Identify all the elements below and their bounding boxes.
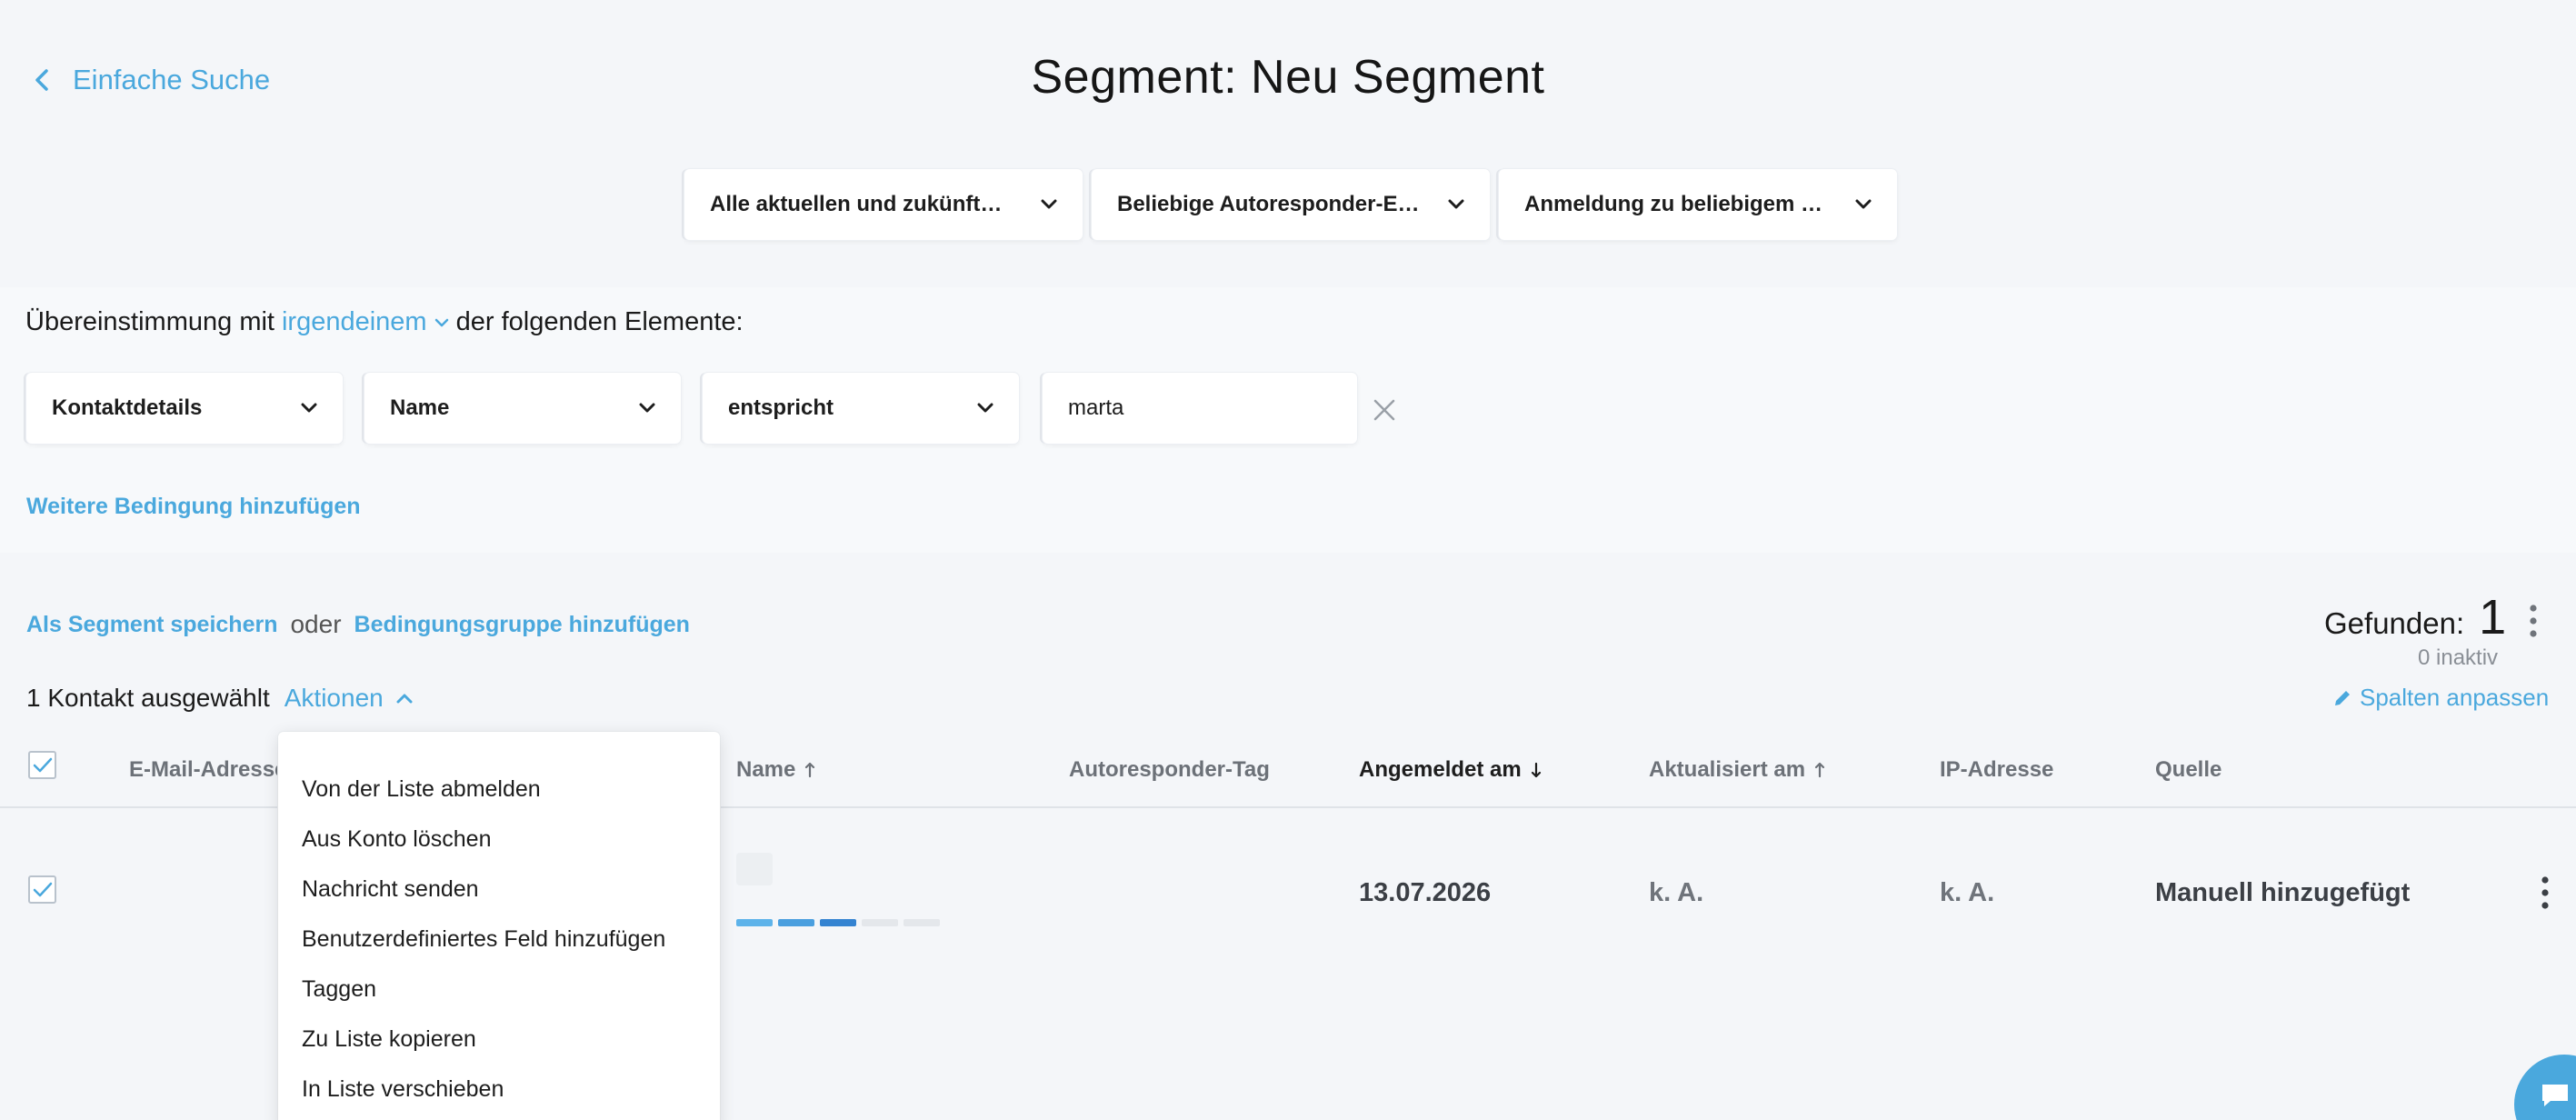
column-header-subscribed[interactable]: Angemeldet am xyxy=(1359,757,1542,783)
row-checkbox[interactable] xyxy=(28,875,56,904)
column-header-name[interactable]: Name xyxy=(736,757,815,783)
found-counter: Gefunden: 1 xyxy=(2324,589,2506,645)
sort-up-icon xyxy=(1814,762,1825,778)
sort-up-icon xyxy=(805,762,815,778)
condition-value-text: marta xyxy=(1068,395,1124,420)
cell-subscribed: 13.07.2026 xyxy=(1359,878,1492,907)
list-filter-dropdown[interactable]: Alle aktuellen und zukünft… xyxy=(684,169,1083,240)
add-condition-group-link[interactable]: Bedingungsgruppe hinzufügen xyxy=(354,612,690,638)
menu-item-add-custom-field[interactable]: Benutzerdefiniertes Feld hinzufügen xyxy=(278,915,720,965)
autoresponder-filter-dropdown[interactable]: Beliebige Autoresponder-E… xyxy=(1092,169,1490,240)
dropdown-value: Kontaktdetails xyxy=(52,395,203,420)
column-header-autoresponder[interactable]: Autoresponder-Tag xyxy=(1069,757,1270,783)
chevron-down-icon xyxy=(1041,199,1057,209)
dropdown-value: entspricht xyxy=(728,395,834,420)
menu-item-send-message[interactable]: Nachricht senden xyxy=(278,865,720,915)
dropdown-value: Alle aktuellen und zukünft… xyxy=(710,192,1003,216)
chat-button[interactable] xyxy=(2514,1055,2576,1120)
column-header-label: IP-Adresse xyxy=(1940,757,2054,782)
engagement-segment xyxy=(820,919,856,926)
menu-item-delete[interactable]: Aus Konto löschen xyxy=(278,815,720,865)
column-header-ip[interactable]: IP-Adresse xyxy=(1940,757,2053,783)
actions-dropdown[interactable]: Aktionen xyxy=(285,684,413,713)
chevron-down-icon xyxy=(639,403,655,413)
engagement-segment xyxy=(862,919,898,926)
engagement-segment xyxy=(778,919,814,926)
page-title: Segment: Neu Segment xyxy=(1031,51,1545,104)
column-header-label: Aktualisiert am xyxy=(1649,757,1806,782)
column-header-label: E-Mail-Adresse xyxy=(129,757,287,782)
chevron-down-icon xyxy=(301,403,317,413)
engagement-segment xyxy=(904,919,940,926)
column-header-email[interactable]: E-Mail-Adresse xyxy=(129,757,286,783)
save-row: Als Segment speichern oder Bedingungsgru… xyxy=(26,610,690,639)
found-label: Gefunden: xyxy=(2324,606,2465,640)
engagement-bar xyxy=(736,919,940,926)
inactive-count: 0 inaktiv xyxy=(2418,645,2499,670)
actions-menu: Von der Liste abmelden Aus Konto löschen… xyxy=(278,732,720,1120)
cell-ip: k. A. xyxy=(1940,878,1995,907)
match-line: Übereinstimmung mit irgendeinem der folg… xyxy=(25,307,744,337)
condition-value-input[interactable]: marta xyxy=(1043,373,1357,444)
customize-columns-link[interactable]: Spalten anpassen xyxy=(2332,684,2549,712)
select-all-checkbox[interactable] xyxy=(28,751,56,779)
menu-item-copy-to-list[interactable]: Zu Liste kopieren xyxy=(278,1015,720,1065)
kebab-icon[interactable] xyxy=(2529,604,2538,638)
check-icon xyxy=(33,757,52,772)
menu-item-tag[interactable]: Taggen xyxy=(278,965,720,1015)
save-as-segment-link[interactable]: Als Segment speichern xyxy=(26,612,277,638)
close-icon[interactable] xyxy=(1371,396,1398,424)
column-header-label: Angemeldet am xyxy=(1359,757,1522,782)
match-suffix: der folgenden Elemente: xyxy=(455,307,744,336)
selected-count: 1 Kontakt ausgewählt xyxy=(26,684,270,712)
match-mode-label: irgendeinem xyxy=(281,307,427,336)
condition-category-dropdown[interactable]: Kontaktdetails xyxy=(26,373,343,444)
column-header-source[interactable]: Quelle xyxy=(2155,757,2222,783)
check-icon xyxy=(33,882,52,896)
condition-field-dropdown[interactable]: Name xyxy=(364,373,681,444)
cell-updated: k. A. xyxy=(1649,878,1704,907)
column-header-updated[interactable]: Aktualisiert am xyxy=(1649,757,1825,783)
add-condition-link[interactable]: Weitere Bedingung hinzufügen xyxy=(26,494,361,520)
match-prefix: Übereinstimmung mit xyxy=(25,307,275,336)
signup-filter-dropdown[interactable]: Anmeldung zu beliebigem … xyxy=(1499,169,1897,240)
sort-down-icon xyxy=(1531,762,1541,778)
chevron-down-icon xyxy=(977,403,993,413)
column-header-label: Name xyxy=(736,757,796,782)
column-header-label: Quelle xyxy=(2155,757,2222,782)
menu-item-unsubscribe[interactable]: Von der Liste abmelden xyxy=(278,765,720,815)
dropdown-value: Beliebige Autoresponder-E… xyxy=(1117,192,1420,216)
condition-operator-dropdown[interactable]: entspricht xyxy=(703,373,1019,444)
customize-columns-label: Spalten anpassen xyxy=(2360,684,2550,711)
chat-icon xyxy=(2542,1085,2568,1106)
chevron-down-icon xyxy=(434,318,448,326)
kebab-icon[interactable] xyxy=(2541,875,2550,910)
actions-label: Aktionen xyxy=(284,684,384,712)
match-mode-dropdown[interactable]: irgendeinem xyxy=(282,307,449,337)
column-header-label: Autoresponder-Tag xyxy=(1069,757,1270,782)
engagement-segment xyxy=(736,919,773,926)
chevron-down-icon xyxy=(1448,199,1464,209)
chevron-up-icon xyxy=(396,694,413,704)
or-text: oder xyxy=(290,610,342,638)
menu-item-move-to-list[interactable]: In Liste verschieben xyxy=(278,1065,720,1115)
found-count: 1 xyxy=(2479,590,2507,645)
contact-name-placeholder xyxy=(736,853,773,885)
selection-row: 1 Kontakt ausgewählt Aktionen xyxy=(26,684,413,713)
dropdown-value: Anmeldung zu beliebigem … xyxy=(1524,192,1823,216)
chevron-down-icon xyxy=(1855,199,1872,209)
pencil-icon xyxy=(2335,690,2350,705)
cell-source: Manuell hinzugefügt xyxy=(2155,878,2411,907)
dropdown-value: Name xyxy=(390,395,450,420)
